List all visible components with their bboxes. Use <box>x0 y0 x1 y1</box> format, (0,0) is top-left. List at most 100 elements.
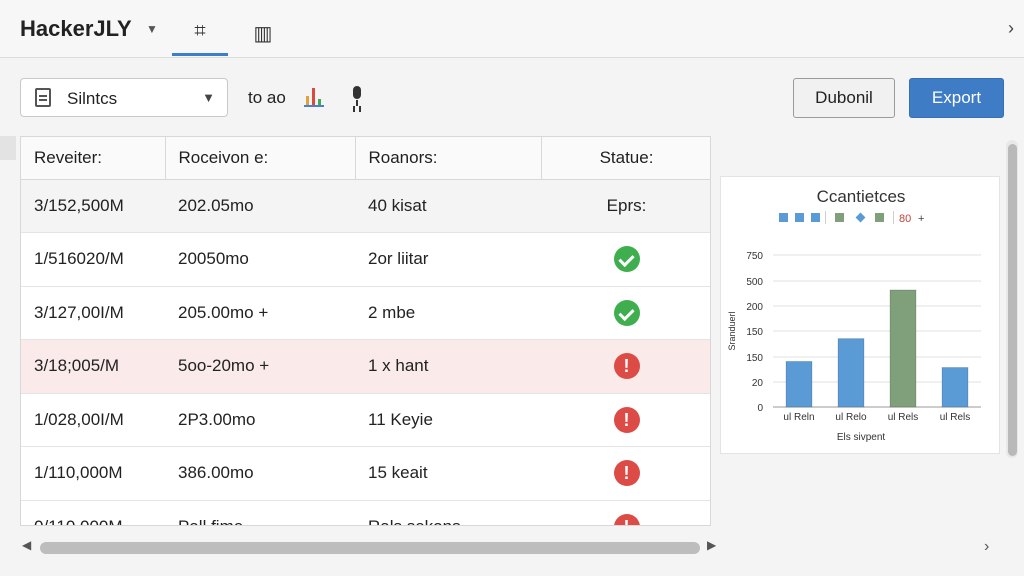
y-axis-label: Sranduerl <box>727 311 737 350</box>
status-cell: ! <box>541 446 710 501</box>
table-cell: 1/028,00I/M <box>21 393 165 447</box>
data-table-panel: Reveiter: Roceivon e: Roanors: Statue: 3… <box>20 136 711 526</box>
table-body: 3/152,500M 202.05mo 40 kisat Eprs: 1/516020/… <box>21 179 710 525</box>
table-cell: 386.00mo <box>165 446 355 501</box>
legend-plus-icon: + <box>918 213 924 225</box>
toolbar-label: to ao <box>248 88 286 107</box>
table-cell: 3/18;005/M <box>21 339 165 394</box>
bar <box>837 338 865 408</box>
column-header-roanors[interactable]: Roanors: <box>355 137 542 180</box>
document-icon <box>35 88 51 107</box>
table-row[interactable]: 1/516020/M 20050mo 2or liitar <box>21 232 710 287</box>
table-cell: 1/516020/M <box>21 232 165 287</box>
scroll-right-icon[interactable]: ▶ <box>707 538 716 552</box>
app-header: HackerJLY ▼ ⌗ ▥ › <box>0 0 1024 58</box>
table-cell: 202.05mo <box>165 179 355 233</box>
y-tick-label: 200 <box>746 302 763 313</box>
table-cell: 2 mbe <box>355 286 541 340</box>
table-cell: 11 Keyie <box>355 393 541 447</box>
microphone-icon[interactable] <box>352 86 362 108</box>
table-cell: 20050mo <box>165 232 355 287</box>
tab-hash[interactable]: ⌗ <box>172 10 228 56</box>
bar <box>941 366 969 408</box>
table-cell: 205.00mo + <box>165 286 355 340</box>
status-cell: ! <box>541 500 710 525</box>
legend-swatch <box>875 213 884 222</box>
legend-label: 80 <box>899 213 911 225</box>
bar-chart: Ccantietces80 +750500200150150200Sranduer… <box>727 187 981 443</box>
legend-swatch <box>811 213 820 222</box>
chevron-down-icon: ▼ <box>202 90 215 105</box>
table-cell: 3/127,00I/M <box>21 286 165 340</box>
bar <box>889 289 917 408</box>
alert-circle-icon: ! <box>613 513 640 525</box>
legend-diamond <box>855 212 866 223</box>
vertical-scrollbar-thumb[interactable] <box>1008 144 1017 456</box>
y-tick-label: 500 <box>746 277 763 288</box>
dataset-select[interactable]: Silntcs ▼ <box>20 78 228 117</box>
column-header-statue[interactable]: Statue: <box>541 137 710 180</box>
dubonil-button[interactable]: Dubonil <box>793 78 895 118</box>
chart-card: Ccantietces 80 +750 500 200 150 150 20 0 Sranduer… <box>720 176 1000 454</box>
y-tick-label: 0 <box>757 403 763 414</box>
status-cell: ! <box>541 393 710 447</box>
table-row[interactable]: 1/110,000M 386.00mo 15 keait! <box>21 446 710 501</box>
table-header-row: Reveiter: Roceivon e: Roanors: Statue: <box>21 137 710 180</box>
scroll-left-icon[interactable]: ◀ <box>22 538 31 552</box>
table-row[interactable]: 0/110,000MPall fimeRals sekons! <box>21 500 710 525</box>
check-circle-icon <box>613 246 640 273</box>
x-tick-label: ul Rels <box>940 412 971 423</box>
table-row[interactable]: 3/18;005/M 5oo-20mo +1 x hant! <box>21 339 710 394</box>
x-tick-label: ul Reln <box>783 412 814 423</box>
table-cell: 5oo-20mo + <box>165 339 355 394</box>
export-button[interactable]: Export <box>909 78 1004 118</box>
table-cell: 15 keait <box>355 446 541 501</box>
table-cell: 2or liitar <box>355 232 541 287</box>
column-header-roceivon[interactable]: Roceivon e: <box>165 137 356 180</box>
x-tick-label: ul Rels <box>888 412 919 423</box>
status-text: Eprs: <box>541 179 710 233</box>
app-title[interactable]: HackerJLY <box>20 16 132 42</box>
panel-icon: ▥ <box>253 22 273 45</box>
table-row[interactable]: 3/152,500M 202.05mo 40 kisat Eprs: <box>21 179 710 233</box>
legend-swatch <box>779 213 788 222</box>
dataset-select-value: Silntcs <box>67 89 118 108</box>
hash-icon: ⌗ <box>194 20 206 42</box>
table-row[interactable]: 1/028,00I/M 2P3.00mo 11 Keyie! <box>21 393 710 447</box>
check-circle-icon <box>613 299 640 326</box>
horizontal-scrollbar-thumb[interactable] <box>40 542 700 554</box>
table-cell: 40 kisat <box>355 179 541 233</box>
status-cell: ! <box>541 339 710 394</box>
status-cell <box>541 232 710 287</box>
table-cell: 1 x hant <box>355 339 541 394</box>
status-cell <box>541 286 710 340</box>
table-cell: Pall fime <box>165 500 355 525</box>
legend-divider <box>825 211 826 224</box>
bar-chart-icon[interactable] <box>304 87 324 107</box>
alert-circle-icon: ! <box>613 460 640 487</box>
chart-title: Ccantietces <box>817 187 906 206</box>
data-table: Reveiter: Roceivon e: Roanors: Statue: 3… <box>21 137 710 525</box>
chevron-down-icon[interactable]: ▼ <box>146 22 158 36</box>
row-marker <box>0 136 16 160</box>
table-cell: Rals sekons <box>355 500 541 525</box>
bar <box>785 360 813 408</box>
table-cell: 0/110,000M <box>21 500 165 525</box>
legend-divider <box>893 211 894 224</box>
table-cell: 1/110,000M <box>21 446 165 501</box>
legend-swatch <box>835 213 844 222</box>
chevron-right-icon[interactable]: › <box>1008 18 1014 39</box>
chevron-right-icon[interactable]: › <box>984 538 989 556</box>
table-cell: 2P3.00mo <box>165 393 355 447</box>
y-tick-label: 750 <box>746 251 763 262</box>
legend-swatch <box>795 213 804 222</box>
x-tick-label: ul Relo <box>835 412 867 423</box>
column-header-reveiter[interactable]: Reveiter: <box>21 137 166 180</box>
y-tick-label: 150 <box>746 353 763 364</box>
table-row[interactable]: 3/127,00I/M 205.00mo +2 mbe <box>21 286 710 340</box>
tab-panel[interactable]: ▥ <box>235 10 291 56</box>
x-axis-label: Els sivpent <box>837 432 886 443</box>
table-cell: 3/152,500M <box>21 179 165 233</box>
alert-circle-icon: ! <box>613 406 640 433</box>
alert-circle-icon: ! <box>613 353 640 380</box>
